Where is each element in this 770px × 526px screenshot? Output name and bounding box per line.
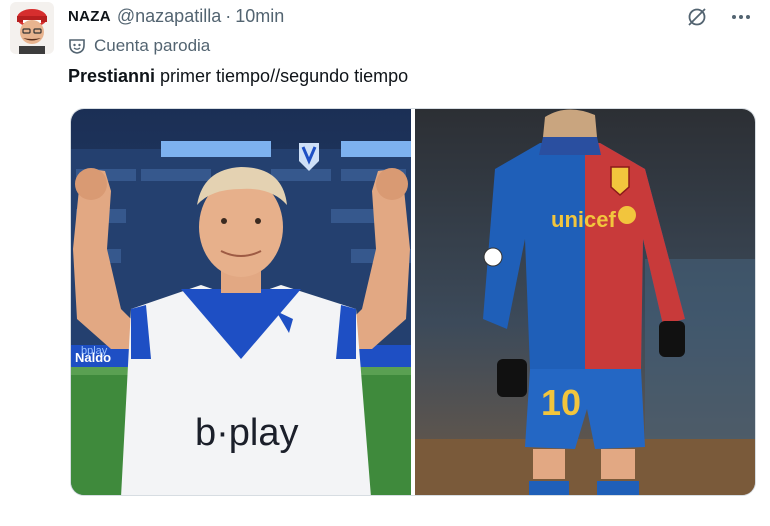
velez-shirt-sponsor: b·play [195, 412, 299, 454]
more-icon [732, 15, 750, 19]
parody-label: Cuenta parodia [68, 34, 210, 58]
avatar-icon [10, 2, 54, 54]
barca-shirt-sponsor: unicef [551, 207, 616, 232]
tweet-actions [684, 4, 754, 30]
velez-player-photo: Naldo bplay b·play [71, 109, 411, 495]
user-handle[interactable]: @nazapatilla [117, 6, 221, 27]
more-button[interactable] [728, 4, 754, 30]
tweet-text-bold: Prestianni [68, 66, 156, 86]
tweet-text: Prestianni primer tiempo//segundo tiempo [68, 66, 408, 87]
display-name[interactable]: NAZA [68, 8, 111, 25]
tweet-text-rest: primer tiempo//segundo tiempo [155, 66, 409, 86]
barca-player-photo: 10 unicef [415, 109, 755, 495]
media-photo-right[interactable]: 10 unicef [415, 109, 755, 495]
timestamp[interactable]: 10min [235, 6, 284, 27]
avatar[interactable] [10, 2, 54, 54]
parody-label-text: Cuenta parodia [94, 36, 211, 55]
tweet-header: NAZA @nazapatilla · 10min [68, 4, 284, 28]
grok-icon [688, 8, 706, 26]
stadium-ad-bplay: bplay [81, 345, 108, 357]
parody-mask-icon [69, 39, 85, 54]
media-photo-left[interactable]: Naldo bplay b·play [71, 109, 411, 495]
media-grid: Naldo bplay b·play 10 unicef [70, 108, 756, 496]
header-separator: · [225, 5, 232, 26]
barca-shirt-number: 10 [541, 382, 581, 423]
grok-button[interactable] [684, 4, 710, 30]
